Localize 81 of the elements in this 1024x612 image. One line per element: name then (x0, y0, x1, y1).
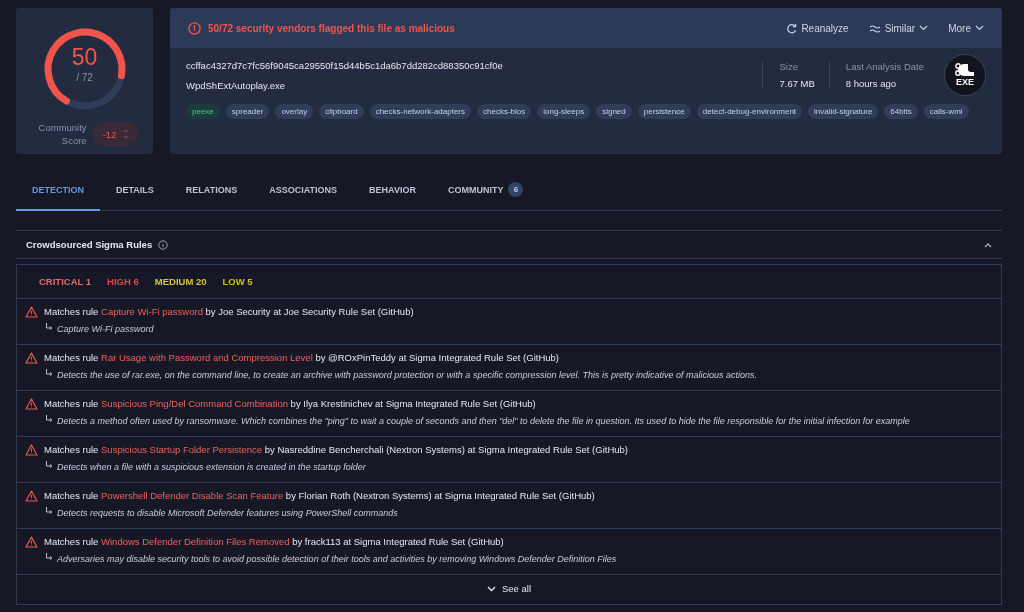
rule-link[interactable]: Powershell Defender Disable Scan Feature (101, 490, 284, 501)
similar-button[interactable]: Similar (866, 20, 931, 36)
tag[interactable]: peexe (186, 104, 220, 119)
severity-filter[interactable]: HIGH 6 (107, 276, 139, 287)
sub-arrow-icon (45, 507, 53, 515)
tab[interactable]: DETECTION (16, 170, 100, 211)
stat-value: 7.67 MB (779, 78, 815, 89)
total-count: / 72 (76, 72, 93, 83)
tag[interactable]: spreader (225, 104, 270, 119)
tab[interactable]: COMMUNITY 6 (431, 170, 540, 211)
chevron-down-icon (919, 25, 929, 31)
similar-icon (868, 23, 881, 33)
refresh-icon (786, 22, 798, 34)
rule-match-text: Matches rule Suspicious Ping/Del Command Combination by Ilya Krestinichev at Sigma Integrated Rule Set (GitHub) (44, 397, 537, 410)
file-type-badge: EXE (944, 54, 986, 96)
see-all-button[interactable]: See all (17, 575, 1001, 604)
tab[interactable]: DETAILS (100, 170, 170, 211)
tag[interactable]: calls-wmi (923, 104, 969, 119)
tag[interactable]: signed (596, 104, 632, 119)
more-button[interactable]: More (946, 20, 986, 36)
rule-description: Detects when a file with a suspicious extension is created in the startup folder (57, 461, 366, 474)
sub-arrow-icon (45, 323, 53, 331)
section-title: Crowdsourced Sigma Rules (26, 239, 153, 250)
file-name: WpdShExtAutoplay.exe (186, 80, 287, 91)
rule-link[interactable]: Windows Defender Definition Files Removed (101, 536, 290, 547)
sub-arrow-icon (45, 369, 53, 377)
community-score-label: Community Score (37, 121, 87, 147)
tag[interactable]: persistence (637, 104, 691, 119)
rule-match-text: Matches rule Windows Defender Definition Files Removed by frack113 at Sigma Integrated Rule Set (GitHub) (44, 535, 505, 548)
file-hash: ccffac4327d7c7fc56f9045ca29550f15d44b5c1da6b7dd282cd88350c91cf0e (186, 60, 504, 71)
tab[interactable]: RELATIONS (169, 170, 254, 211)
rule-description: Adversaries may disable security tools to avoid possible detection of their tools and activities by removing Windows Defender Definition Files (57, 553, 617, 566)
rule-link[interactable]: Suspicious Ping/Del Command Combination (101, 398, 288, 409)
tag[interactable]: 64bits (884, 104, 918, 119)
rule-link[interactable]: Capture Wi-Fi password (101, 306, 203, 317)
tag[interactable]: clipboard (319, 104, 364, 119)
stat-label: Size (779, 61, 799, 72)
rule-description: Detects the use of rar.exe, on the command line, to create an archive with password protection or with a specific compression level. This is pretty indicative of malicious actions. (57, 369, 757, 382)
tab[interactable]: ASSOCIATIONS (253, 170, 354, 211)
severity-filter[interactable]: LOW 5 (222, 276, 253, 287)
stat-label: Last Analysis Date (845, 61, 924, 72)
community-score-value: -12 (102, 128, 117, 140)
chevron-down-icon (486, 585, 496, 592)
warning-icon (25, 490, 38, 502)
rule-match-text: Matches rule Capture Wi-Fi password by Joe Security at Joe Security Rule Set (GitHub) (44, 305, 415, 318)
tag[interactable]: checks-network-adapters (369, 104, 471, 119)
tab[interactable]: BEHAVIOR (353, 170, 432, 211)
sub-arrow-icon (45, 415, 53, 423)
rule-description: Detects a method often used by ransomware. Which combines the "ping" to wait a couple of seconds and then "del" to delete the file in question. Its used to hide the file responsible for the initial infection for example (57, 415, 910, 428)
stat-value: 8 hours ago (845, 78, 898, 89)
rule-match-text: Matches rule Powershell Defender Disable Scan Feature by Florian Roth (Nextron Systems) at Sigma Integrated Rule Set (GitHub) (44, 489, 596, 502)
rule-match-text: Matches rule Rar Usage with Password and Compression Level by @ROxPinTeddy at Sigma Integrated Rule Set (GitHub) (44, 351, 560, 364)
warning-icon (25, 352, 38, 364)
warning-icon (25, 398, 38, 410)
warning-icon (25, 444, 38, 456)
rule-link[interactable]: Suspicious Startup Folder Persistence (101, 444, 263, 455)
alert-mark: ! (193, 21, 196, 35)
tag[interactable]: long-sleeps (537, 104, 591, 119)
sub-arrow-icon (45, 461, 53, 469)
alert-icon (188, 21, 201, 35)
rule-description: Capture Wi-Fi password (57, 323, 154, 336)
reanalyze-button[interactable]: Reanalyze (784, 20, 851, 36)
warning-icon (25, 536, 38, 548)
rule-link[interactable]: Rar Usage with Password and Compression Level (101, 352, 313, 363)
detection-count: 50 (71, 44, 98, 70)
rule-description: Detects requests to disable Microsoft Defender features using PowerShell commands (57, 507, 398, 520)
tag[interactable]: invalid-signature (808, 104, 879, 119)
severity-filter[interactable]: MEDIUM 20 (154, 276, 207, 287)
collapse-icon[interactable] (984, 241, 992, 248)
warning-icon (25, 306, 38, 318)
sub-arrow-icon (45, 553, 53, 561)
gears-icon (954, 63, 976, 77)
info-icon[interactable] (158, 239, 169, 250)
tag[interactable]: checks-bios (477, 104, 532, 119)
tag[interactable]: overlay (275, 104, 314, 119)
tag[interactable]: detect-debug-environment (696, 104, 803, 119)
count-badge: 6 (508, 182, 524, 197)
chevron-down-icon (975, 25, 984, 31)
rule-match-text: Matches rule Suspicious Startup Folder Persistence by Nasreddine Bencherchali (Nextron Systems) at Sigma Integrated Rule Set (GitHub) (44, 443, 629, 456)
severity-filter[interactable]: CRITICAL 1 (39, 276, 92, 287)
alert-message: 50/72 security vendors flagged this file as malicious (208, 22, 455, 34)
